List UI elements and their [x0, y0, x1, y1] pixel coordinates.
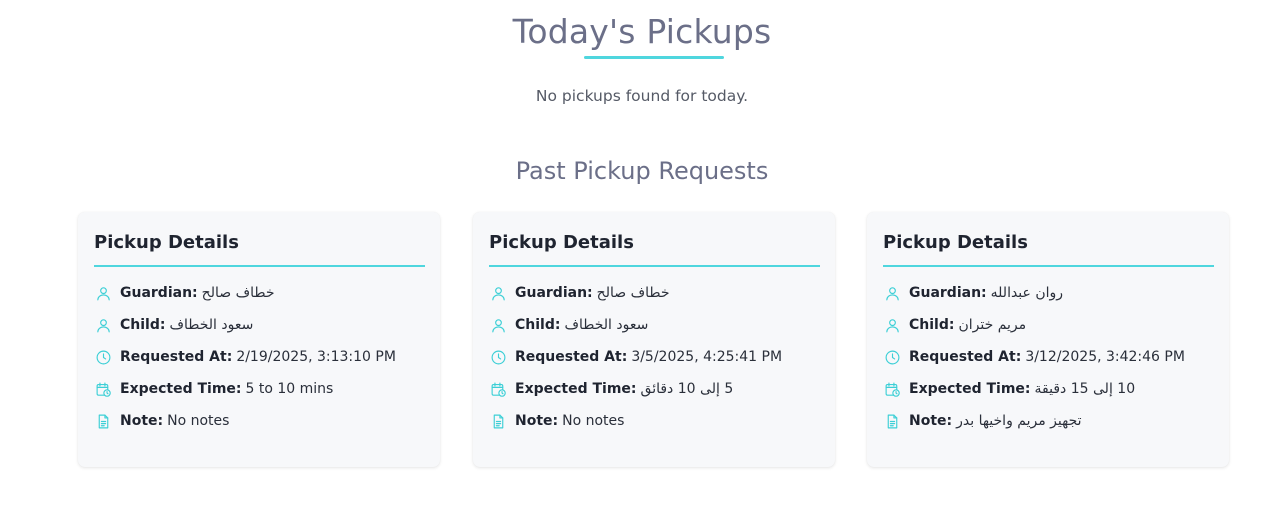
expected-time-label: Expected Time:	[120, 381, 242, 397]
guardian-label: Guardian:	[515, 285, 593, 301]
requested-at-value: 2/19/2025, 3:13:10 PM	[236, 349, 396, 365]
requested-at-label: Requested At:	[909, 349, 1022, 365]
card-title: Pickup Details	[883, 232, 1028, 253]
note-label: Note:	[909, 413, 953, 429]
user-icon	[883, 284, 901, 302]
clock-icon	[94, 348, 112, 366]
requested-at-row: Requested At: 2/19/2025, 3:13:10 PM	[94, 347, 396, 367]
child-row: Child: مريم ختران	[883, 315, 1026, 335]
child-label: Child:	[120, 317, 166, 333]
child-value: سعود الخطاف	[169, 317, 254, 333]
guardian-value: خطاف صالح	[201, 285, 275, 301]
requested-at-row: Requested At: 3/5/2025, 4:25:41 PM	[489, 347, 782, 367]
guardian-label: Guardian:	[909, 285, 987, 301]
expected-time-label: Expected Time:	[909, 381, 1031, 397]
child-row: Child: سعود الخطاف	[94, 315, 253, 335]
card-title: Pickup Details	[94, 232, 239, 253]
guardian-row: Guardian: خطاف صالح	[489, 283, 669, 303]
requested-at-label: Requested At:	[120, 349, 233, 365]
child-label: Child:	[909, 317, 955, 333]
expected-time-value: 10 إلى 15 دقيقة	[1034, 381, 1136, 397]
card-divider	[489, 265, 820, 267]
title-underline	[584, 56, 724, 59]
requested-at-value: 3/5/2025, 4:25:41 PM	[631, 349, 783, 365]
note-row: Note: No notes	[489, 411, 624, 431]
calendar-clock-icon	[489, 380, 507, 398]
calendar-clock-icon	[883, 380, 901, 398]
guardian-value: خطاف صالح	[596, 285, 670, 301]
user-icon	[883, 316, 901, 334]
note-value: تجهيز مريم واخيها بدر	[956, 413, 1082, 429]
clock-icon	[883, 348, 901, 366]
past-requests-heading: Past Pickup Requests	[515, 157, 769, 185]
user-icon	[489, 316, 507, 334]
expected-time-row: Expected Time: 5 إلى 10 دقائق	[489, 379, 733, 399]
requested-at-row: Requested At: 3/12/2025, 3:42:46 PM	[883, 347, 1185, 367]
user-icon	[489, 284, 507, 302]
note-label: Note:	[515, 413, 559, 429]
page-title: Today's Pickups	[512, 12, 772, 51]
user-icon	[94, 316, 112, 334]
guardian-value: روان عبدالله	[990, 285, 1064, 301]
pickup-card: Pickup Details Guardian: خطاف صالح Child…	[78, 212, 440, 467]
child-value: سعود الخطاف	[564, 317, 649, 333]
card-title: Pickup Details	[489, 232, 634, 253]
child-label: Child:	[515, 317, 561, 333]
pickup-card: Pickup Details Guardian: خطاف صالح Child…	[473, 212, 835, 467]
empty-state-message: No pickups found for today.	[535, 87, 749, 105]
note-row: Note: تجهيز مريم واخيها بدر	[883, 411, 1082, 431]
child-value: مريم ختران	[958, 317, 1027, 333]
note-value: No notes	[167, 413, 230, 429]
clock-icon	[489, 348, 507, 366]
guardian-row: Guardian: روان عبدالله	[883, 283, 1063, 303]
child-row: Child: سعود الخطاف	[489, 315, 648, 335]
note-label: Note:	[120, 413, 164, 429]
requested-at-label: Requested At:	[515, 349, 628, 365]
user-icon	[94, 284, 112, 302]
document-icon	[94, 412, 112, 430]
guardian-label: Guardian:	[120, 285, 198, 301]
expected-time-label: Expected Time:	[515, 381, 637, 397]
requested-at-value: 3/12/2025, 3:42:46 PM	[1025, 349, 1185, 365]
expected-time-row: Expected Time: 10 إلى 15 دقيقة	[883, 379, 1135, 399]
guardian-row: Guardian: خطاف صالح	[94, 283, 274, 303]
document-icon	[489, 412, 507, 430]
note-value: No notes	[562, 413, 625, 429]
expected-time-value: 5 to 10 mins	[245, 381, 334, 397]
pickups-page: Today's Pickups No pickups found for tod…	[0, 0, 1284, 513]
card-divider	[883, 265, 1214, 267]
card-divider	[94, 265, 425, 267]
note-row: Note: No notes	[94, 411, 229, 431]
pickup-card: Pickup Details Guardian: روان عبدالله Ch…	[867, 212, 1229, 467]
calendar-clock-icon	[94, 380, 112, 398]
document-icon	[883, 412, 901, 430]
expected-time-value: 5 إلى 10 دقائق	[640, 381, 734, 397]
expected-time-row: Expected Time: 5 to 10 mins	[94, 379, 333, 399]
